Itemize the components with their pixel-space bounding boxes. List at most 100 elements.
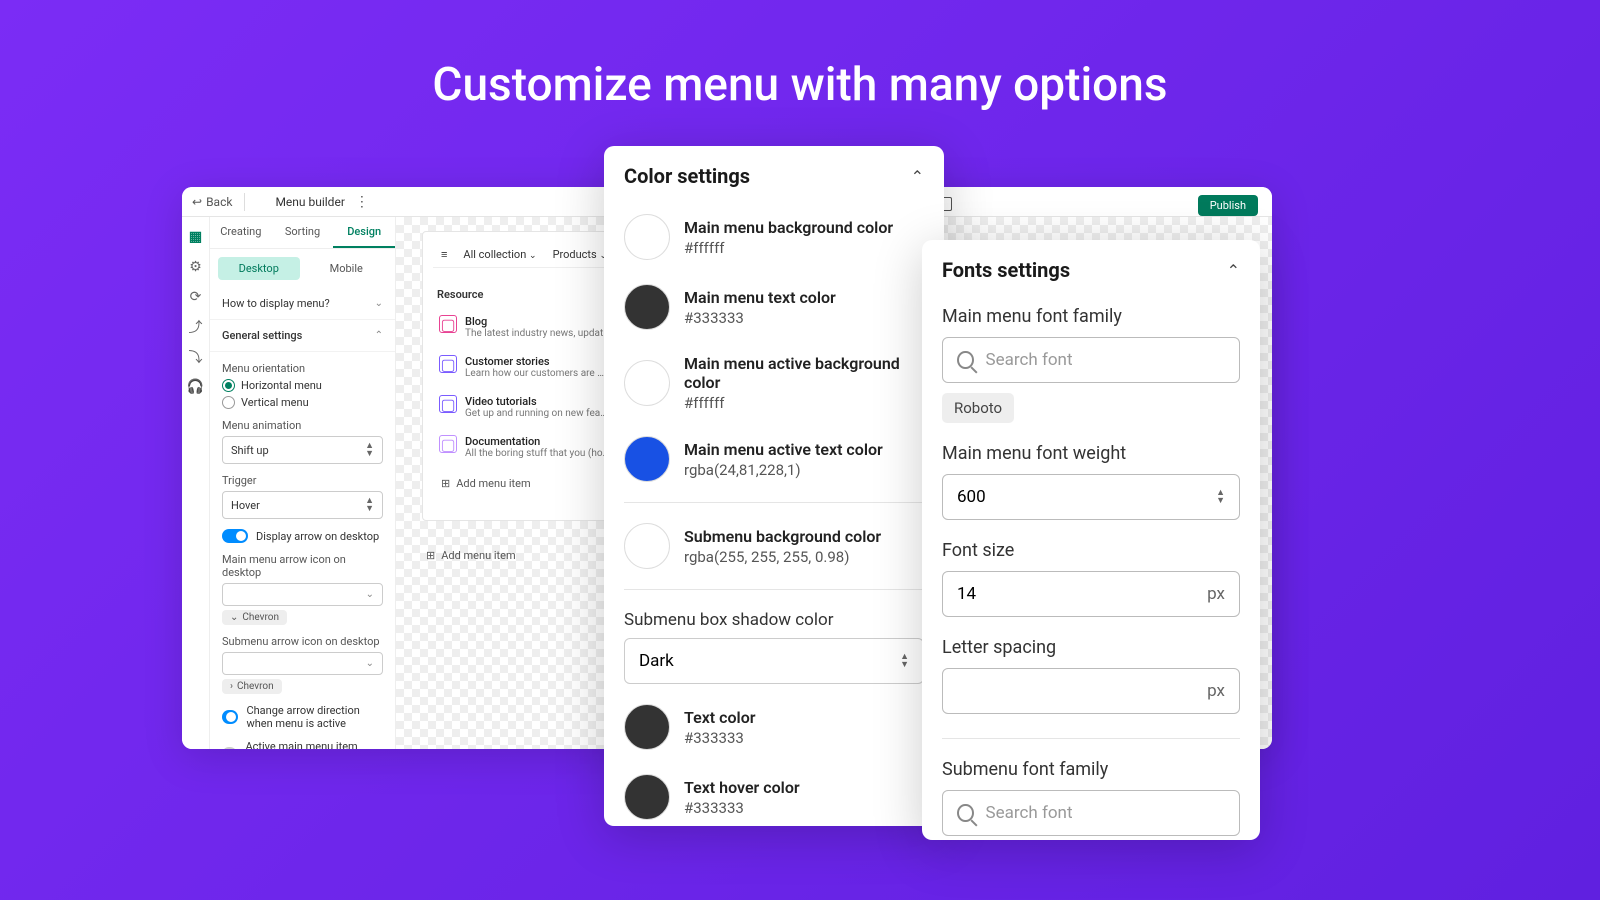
chevron-down-icon: ⌄: [366, 658, 374, 669]
updown-icon: ▲▼: [365, 442, 374, 458]
search-icon: [957, 351, 974, 369]
divider: [942, 738, 1240, 739]
font-tag-roboto[interactable]: Roboto: [942, 393, 1014, 423]
updown-icon: ▲▼: [365, 497, 374, 513]
font-weight-select[interactable]: 600▲▼: [942, 474, 1240, 520]
resource-title: Video tutorials: [465, 395, 610, 408]
window-title: Menu builder: [275, 195, 344, 209]
radio-vertical[interactable]: Vertical menu: [222, 396, 383, 409]
shadow-select[interactable]: Dark▲▼: [624, 638, 924, 684]
radio-icon: [222, 396, 235, 409]
resource-desc: The latest industry news, updates, inter…: [465, 328, 610, 339]
toggle-active-main[interactable]: [222, 747, 237, 749]
accordion-general-settings[interactable]: General settings ⌃: [210, 320, 395, 352]
toggle-change-arrow[interactable]: [222, 710, 238, 724]
chevron-up-icon: ⌃: [375, 330, 383, 341]
radio-label: Vertical menu: [241, 396, 309, 409]
color-row[interactable]: Main menu active background color#ffffff: [604, 342, 944, 424]
menu-item[interactable]: Products ⌄: [553, 248, 607, 261]
back-button[interactable]: ↩Back: [192, 195, 232, 209]
resource-title: Documentation: [465, 435, 610, 448]
toggle-label: Display arrow on desktop: [256, 530, 379, 543]
search-field[interactable]: [986, 350, 1225, 370]
color-name: Main menu background color: [684, 218, 893, 237]
radio-icon: [222, 379, 235, 392]
resource-icon: ▢: [439, 355, 457, 373]
submenu-font-search-input[interactable]: [942, 790, 1240, 836]
color-swatch[interactable]: [624, 523, 670, 569]
main-arrow-select[interactable]: ⌄: [222, 583, 383, 606]
collapse-icon[interactable]: ⌃: [1227, 261, 1240, 280]
field-label: Submenu font family: [942, 759, 1240, 780]
chip-label: Chevron: [242, 612, 279, 623]
color-value: #ffffff: [684, 394, 924, 412]
shadow-label: Submenu box shadow color: [604, 598, 944, 638]
color-row[interactable]: Main menu background color#ffffff: [604, 202, 944, 272]
chevron-down-icon: ⌄: [230, 612, 238, 623]
field-label: Menu orientation: [222, 362, 383, 375]
field-label: Trigger: [222, 474, 383, 487]
color-value: #333333: [684, 309, 836, 327]
color-name: Submenu background color: [684, 527, 881, 546]
rail-download-icon[interactable]: ⤵: [188, 349, 204, 365]
rail-builder-icon[interactable]: ▦: [188, 229, 204, 245]
tab-sorting[interactable]: Sorting: [272, 217, 334, 248]
resource-desc: Get up and running on new features and t…: [465, 408, 610, 419]
rail-settings-icon[interactable]: ⚙: [188, 259, 204, 275]
size-field[interactable]: [957, 584, 1207, 604]
chip-chevron-main[interactable]: ⌄ Chevron: [222, 610, 287, 625]
color-swatch[interactable]: [624, 284, 670, 330]
panel-title: Color settings: [624, 164, 750, 188]
rail-support-icon[interactable]: 🎧: [188, 379, 204, 395]
color-value: #333333: [684, 799, 800, 817]
menu-item[interactable]: All collection ⌄: [463, 248, 536, 261]
subtab-mobile[interactable]: Mobile: [306, 257, 388, 280]
collapse-icon[interactable]: ⌃: [911, 167, 924, 186]
select-value: Dark: [639, 651, 674, 671]
accordion-how-to-display[interactable]: How to display menu? ⌄: [210, 288, 395, 320]
letter-spacing-input[interactable]: px: [942, 668, 1240, 714]
publish-button[interactable]: Publish: [1198, 195, 1258, 216]
resource-desc: All the boring stuff that you (hopefully…: [465, 448, 610, 459]
search-field[interactable]: [986, 803, 1225, 823]
color-swatch[interactable]: [624, 436, 670, 482]
select-value: Hover: [231, 499, 260, 512]
chip-chevron-submenu[interactable]: ›Chevron: [222, 679, 282, 694]
rail-upload-icon[interactable]: ⤴: [188, 319, 204, 335]
rail-sync-icon[interactable]: ⟳: [188, 289, 204, 305]
color-swatch[interactable]: [624, 360, 670, 406]
spacing-field[interactable]: [957, 681, 1207, 701]
divider: [624, 589, 924, 590]
font-size-input[interactable]: px: [942, 571, 1240, 617]
panel-title: Fonts settings: [942, 258, 1070, 282]
trigger-select[interactable]: Hover ▲▼: [222, 491, 383, 519]
menu-animation-select[interactable]: Shift up▲▼: [222, 436, 383, 464]
divider: [244, 193, 245, 211]
subtab-desktop[interactable]: Desktop: [218, 257, 300, 280]
font-search-input[interactable]: [942, 337, 1240, 383]
tab-creating[interactable]: Creating: [210, 217, 272, 248]
tab-design[interactable]: Design: [333, 217, 395, 248]
color-swatch[interactable]: [624, 214, 670, 260]
divider: [624, 502, 924, 503]
color-swatch[interactable]: [624, 704, 670, 750]
hamburger-icon[interactable]: ≡: [441, 248, 447, 261]
settings-sidebar: Creating Sorting Design Desktop Mobile H…: [210, 217, 396, 749]
color-row[interactable]: Text color#333333: [604, 692, 944, 762]
field-label: Letter spacing: [942, 637, 1240, 658]
color-swatch[interactable]: [624, 774, 670, 820]
color-row[interactable]: Text hover color#333333: [604, 762, 944, 826]
unit-label: px: [1207, 681, 1225, 701]
resource-icon: ▢: [439, 435, 457, 453]
color-value: rgba(255, 255, 255, 0.98): [684, 548, 881, 566]
color-row[interactable]: Submenu background color rgba(255, 255, 2…: [604, 511, 944, 581]
submenu-arrow-select[interactable]: ⌄: [222, 652, 383, 675]
kebab-menu[interactable]: ⋮: [355, 194, 369, 210]
radio-horizontal[interactable]: Horizontal menu: [222, 379, 383, 392]
chevron-down-icon: ⌄: [529, 251, 537, 261]
color-row[interactable]: Main menu text color#333333: [604, 272, 944, 342]
color-row[interactable]: Main menu active text colorrgba(24,81,22…: [604, 424, 944, 494]
device-subtabs: Desktop Mobile: [210, 249, 395, 288]
accordion-label: How to display menu?: [222, 297, 330, 310]
toggle-display-arrow[interactable]: [222, 529, 248, 543]
